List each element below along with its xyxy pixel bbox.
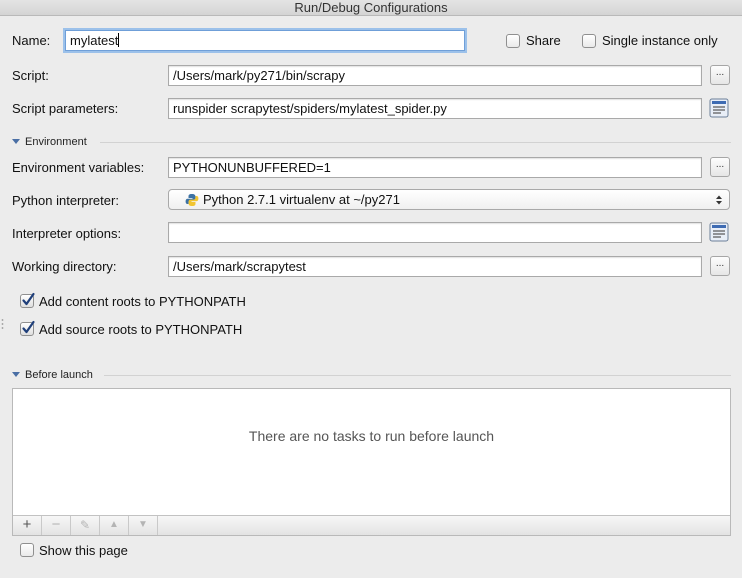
text-caret xyxy=(118,33,120,47)
select-arrows-icon xyxy=(716,195,722,205)
show-page-checkbox[interactable] xyxy=(20,543,34,557)
interpreter-options-input[interactable] xyxy=(168,222,702,243)
before-launch-toolbar: + − ✎ ▲ ▼ xyxy=(13,515,730,535)
expand-editor-icon xyxy=(709,222,729,242)
resize-grip-icon[interactable] xyxy=(1,318,4,330)
interpreter-select[interactable]: Python 2.7.1 virtualenv at ~/py271 xyxy=(168,189,730,210)
move-down-button[interactable]: ▼ xyxy=(129,516,158,535)
share-label[interactable]: Share xyxy=(526,33,561,49)
env-vars-input-value: PYTHONUNBUFFERED=1 xyxy=(173,160,331,175)
add-task-button[interactable]: + xyxy=(13,516,42,535)
collapse-triangle-icon xyxy=(12,139,20,144)
add-content-roots-label[interactable]: Add content roots to PYTHONPATH xyxy=(39,294,246,310)
working-dir-label: Working directory: xyxy=(12,259,117,274)
name-input-value: mylatest xyxy=(70,33,119,48)
remove-task-button[interactable]: − xyxy=(42,516,71,535)
move-up-button[interactable]: ▲ xyxy=(100,516,129,535)
script-params-input[interactable]: runspider scrapytest/spiders/mylatest_sp… xyxy=(168,98,702,119)
before-launch-separator xyxy=(104,375,731,376)
environment-section-label: Environment xyxy=(25,136,87,148)
show-page-label[interactable]: Show this page xyxy=(39,543,128,559)
empty-task-message: There are no tasks to run before launch xyxy=(248,428,495,444)
collapse-triangle-icon xyxy=(12,372,20,377)
name-label: Name: xyxy=(12,33,51,48)
before-launch-section-toggle[interactable]: Before launch xyxy=(12,368,93,382)
script-browse-button[interactable]: ... xyxy=(710,65,730,85)
working-dir-input-value: /Users/mark/scrapytest xyxy=(173,259,306,274)
add-source-roots-label[interactable]: Add source roots to PYTHONPATH xyxy=(39,322,242,338)
edit-task-button[interactable]: ✎ xyxy=(71,516,100,535)
env-vars-label: Environment variables: xyxy=(12,160,145,175)
interpreter-label: Python interpreter: xyxy=(12,193,119,208)
single-instance-label[interactable]: Single instance only xyxy=(602,33,718,49)
title-bar: Run/Debug Configurations xyxy=(0,0,742,16)
script-params-input-value: runspider scrapytest/spiders/mylatest_sp… xyxy=(173,101,447,116)
script-input[interactable]: /Users/mark/py271/bin/scrapy xyxy=(168,65,702,86)
env-vars-input[interactable]: PYTHONUNBUFFERED=1 xyxy=(168,157,702,178)
env-vars-browse-button[interactable]: ... xyxy=(710,157,730,177)
before-launch-task-list[interactable]: There are no tasks to run before launch … xyxy=(12,388,731,536)
script-input-value: /Users/mark/py271/bin/scrapy xyxy=(173,68,345,83)
python-icon xyxy=(185,194,199,206)
window-title: Run/Debug Configurations xyxy=(294,0,448,15)
script-label: Script: xyxy=(12,68,49,83)
interpreter-select-value: Python 2.7.1 virtualenv at ~/py271 xyxy=(203,192,400,207)
share-checkbox[interactable] xyxy=(506,34,520,48)
single-instance-checkbox[interactable] xyxy=(582,34,596,48)
add-content-roots-checkbox[interactable] xyxy=(20,292,35,308)
working-dir-input[interactable]: /Users/mark/scrapytest xyxy=(168,256,702,277)
interpreter-options-expand-button[interactable] xyxy=(709,222,729,242)
checkmark-icon xyxy=(22,320,35,334)
add-source-roots-checkbox[interactable] xyxy=(20,320,35,336)
checkmark-icon xyxy=(22,292,35,306)
before-launch-section-label: Before launch xyxy=(25,369,93,381)
environment-section-toggle[interactable]: Environment xyxy=(12,135,87,149)
name-input[interactable]: mylatest xyxy=(65,30,465,51)
script-params-label: Script parameters: xyxy=(12,101,119,116)
working-dir-browse-button[interactable]: ... xyxy=(710,256,730,276)
script-params-expand-button[interactable] xyxy=(709,98,729,118)
environment-separator xyxy=(100,142,731,143)
interpreter-options-label: Interpreter options: xyxy=(12,226,122,241)
expand-editor-icon xyxy=(709,98,729,118)
